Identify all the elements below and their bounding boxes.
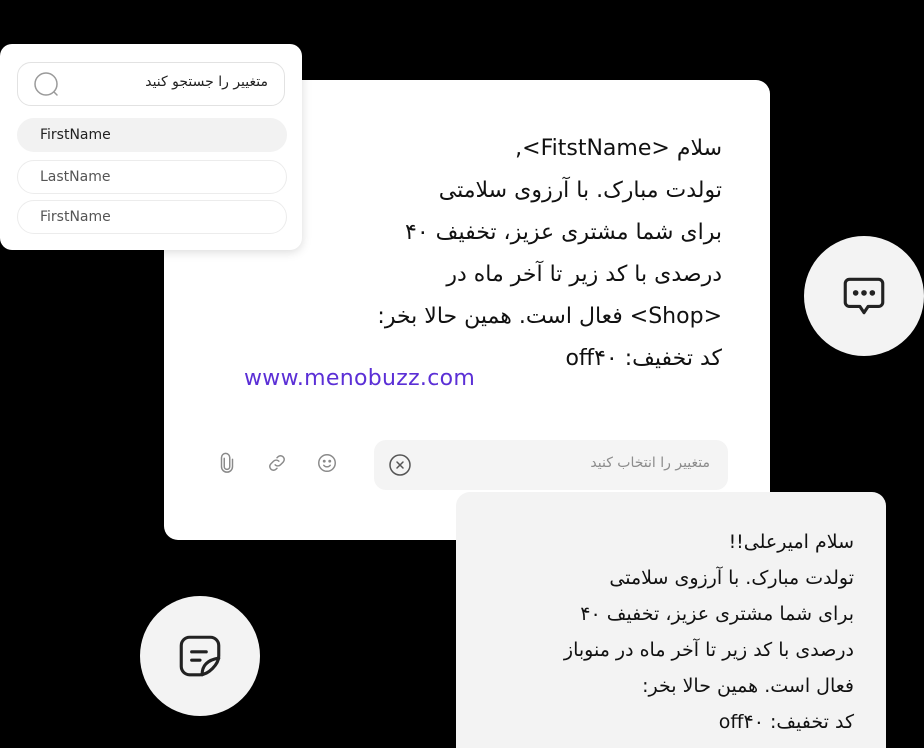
variable-select[interactable]: متغییر را انتخاب کنید (374, 440, 728, 490)
preview-line: فعال است. همین حالا بخر: (642, 675, 854, 697)
variable-option-lastname[interactable]: LastName (17, 160, 287, 194)
paperclip-icon[interactable] (214, 450, 240, 476)
sticky-note-icon (140, 596, 260, 716)
chat-bubble-dots-icon (804, 236, 924, 356)
message-line: <Shop> فعال است. همین حالا بخر: (377, 304, 722, 329)
editor-toolbar (214, 450, 340, 476)
close-circle-icon[interactable] (388, 453, 412, 477)
stage: سلام <FitstName>, تولدت مبارک. با آرزوی … (0, 0, 924, 748)
variable-option-firstname[interactable]: FirstName (17, 200, 287, 234)
preview-line: درصدی با کد زیر تا آخر ماه در منوباز (563, 639, 854, 661)
variable-option-firstname[interactable]: FirstName (17, 118, 287, 152)
preview-line: سلام امیرعلی!! (728, 531, 854, 553)
variable-select-placeholder: متغییر را انتخاب کنید (590, 455, 710, 471)
search-icon (32, 70, 62, 100)
variable-search-box[interactable] (17, 62, 285, 106)
variable-search-input[interactable] (76, 73, 270, 91)
preview-line: برای شما مشتری عزیز، تخفیف ۴۰ (580, 603, 854, 625)
variable-dropdown: FirstName LastName FirstName (0, 44, 302, 250)
message-line: درصدی با کد زیر تا آخر ماه در (446, 262, 722, 287)
link-icon[interactable] (264, 450, 290, 476)
website-link[interactable]: www.menobuzz.com (244, 366, 475, 391)
emoji-icon[interactable] (314, 450, 340, 476)
preview-text: سلام امیرعلی!! تولدت مبارک. با آرزوی سلا… (474, 524, 854, 740)
preview-line: تولدت مبارک. با آرزوی سلامتی (609, 567, 854, 589)
preview-line: کد تخفیف: off۴۰ (718, 711, 854, 733)
message-preview-card: سلام امیرعلی!! تولدت مبارک. با آرزوی سلا… (456, 492, 886, 748)
